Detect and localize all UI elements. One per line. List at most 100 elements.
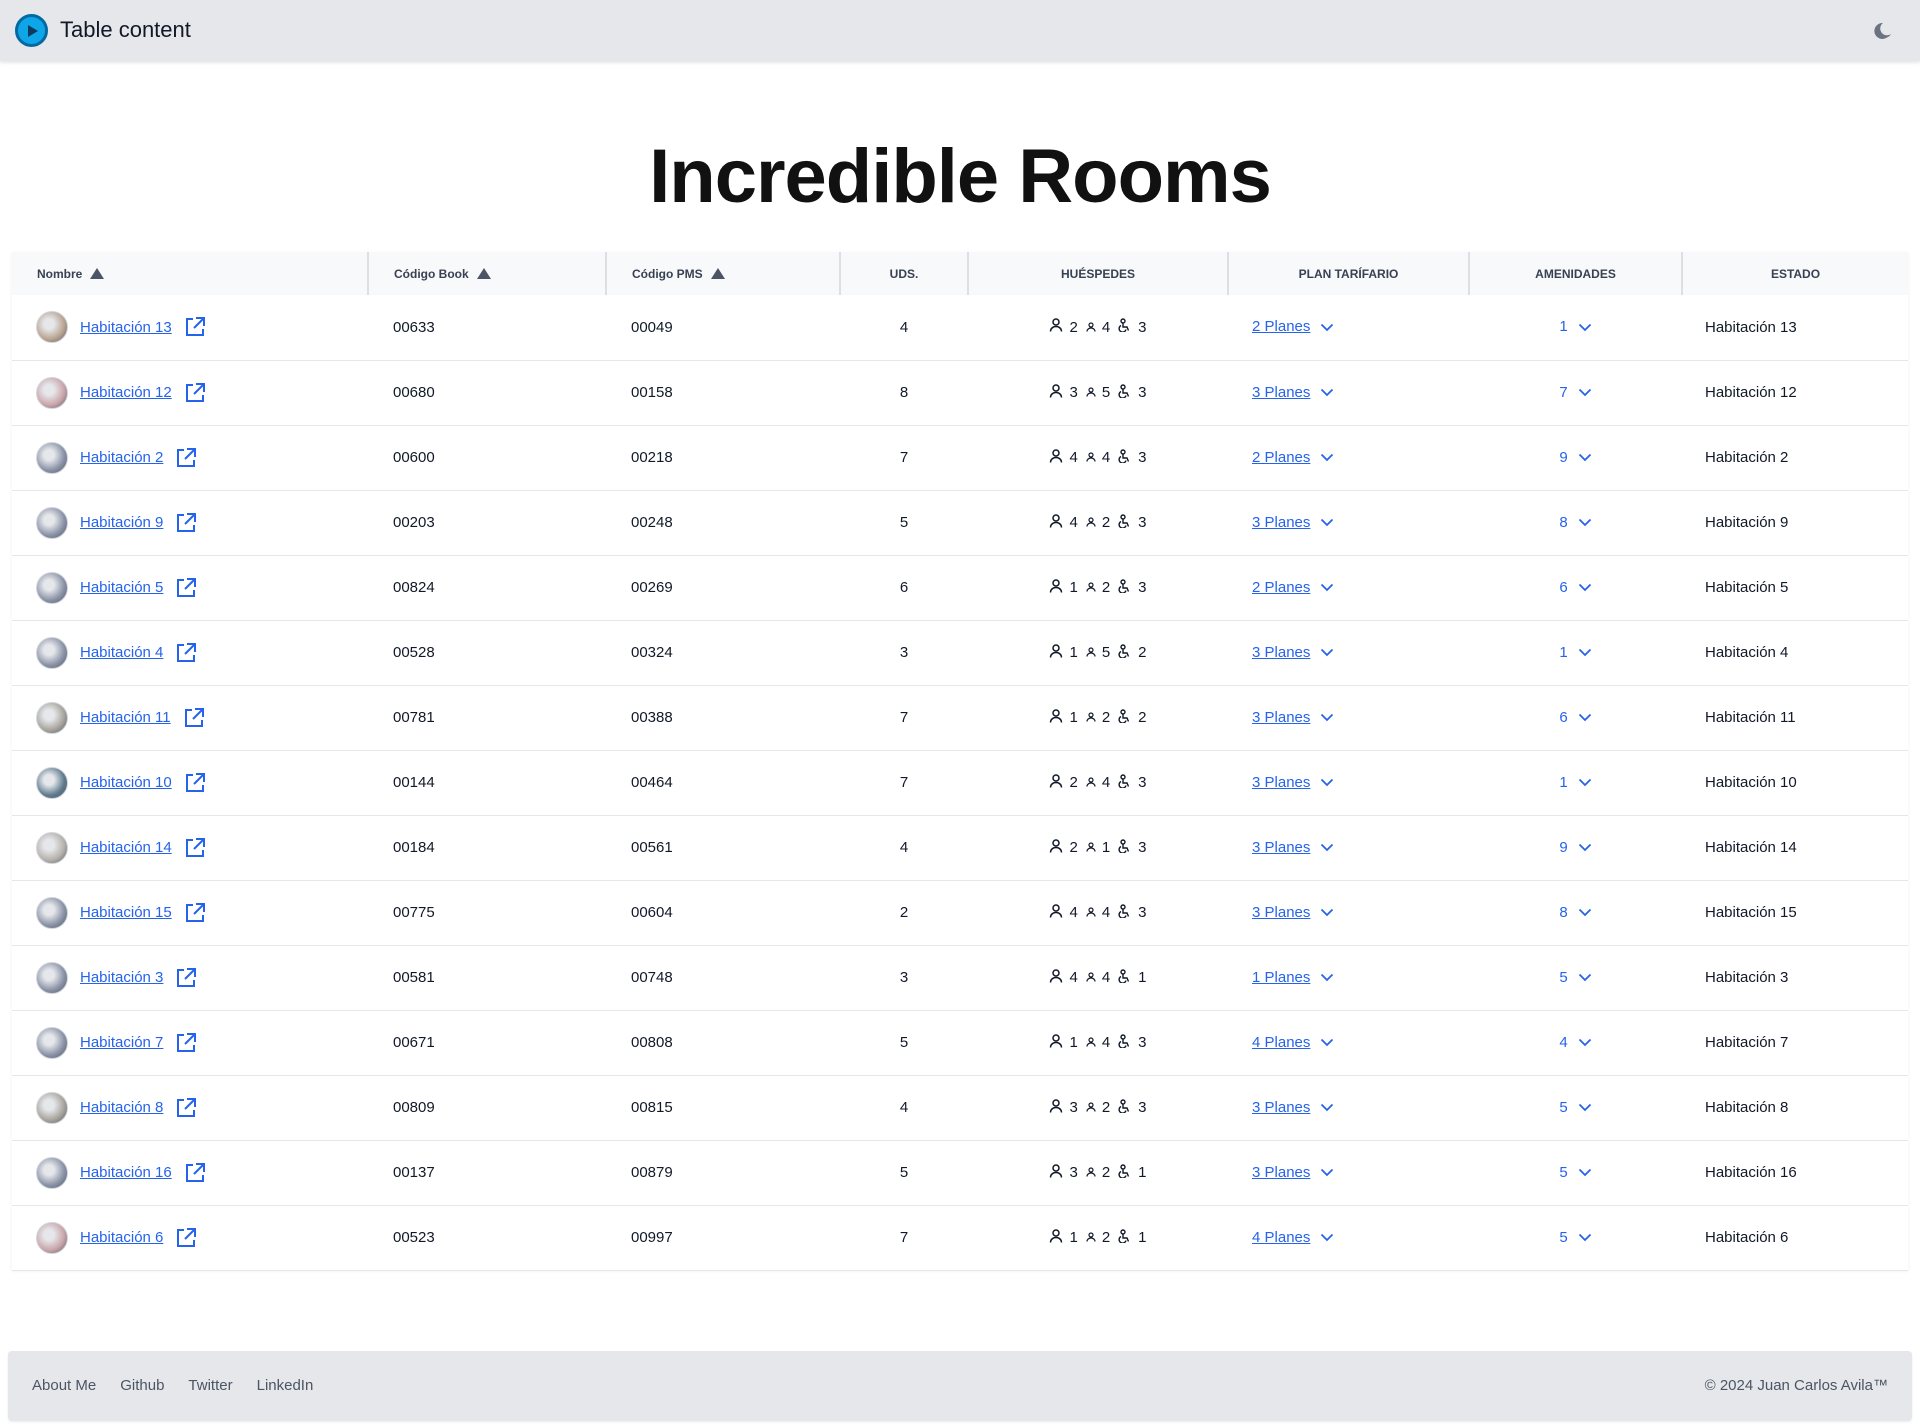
footer-link-about-me[interactable]: About Me: [32, 1377, 96, 1394]
chevron-down-icon[interactable]: [1320, 384, 1334, 401]
external-link-icon[interactable]: [175, 447, 197, 469]
chevron-down-icon[interactable]: [1320, 319, 1334, 336]
sort-ascending-icon[interactable]: [476, 267, 491, 279]
chevron-down-icon[interactable]: [1320, 709, 1334, 726]
sort-ascending-icon[interactable]: [710, 267, 725, 279]
amenities-count[interactable]: 5: [1559, 1099, 1567, 1116]
external-link-icon[interactable]: [175, 1032, 197, 1054]
chevron-down-icon[interactable]: [1578, 1229, 1592, 1246]
plans-link[interactable]: 3 Planes: [1252, 839, 1310, 856]
external-link-icon[interactable]: [184, 316, 206, 338]
amenities-count[interactable]: 8: [1559, 514, 1567, 531]
footer-link-github[interactable]: Github: [120, 1377, 164, 1394]
room-name-link[interactable]: Habitación 9: [80, 514, 163, 531]
chevron-down-icon[interactable]: [1578, 384, 1592, 401]
amenities-count[interactable]: 1: [1559, 774, 1567, 791]
plans-link[interactable]: 3 Planes: [1252, 1099, 1310, 1116]
amenities-count[interactable]: 6: [1559, 709, 1567, 726]
room-name-link[interactable]: Habitación 11: [80, 709, 171, 726]
footer-link-twitter[interactable]: Twitter: [188, 1377, 232, 1394]
column-header-codigo-pms[interactable]: Código PMS: [605, 252, 840, 295]
chevron-down-icon[interactable]: [1578, 644, 1592, 661]
amenities-count[interactable]: 7: [1559, 384, 1567, 401]
external-link-icon[interactable]: [183, 707, 205, 729]
amenities-count[interactable]: 6: [1559, 579, 1567, 596]
app-title[interactable]: Table content: [60, 17, 191, 43]
chevron-down-icon[interactable]: [1320, 774, 1334, 791]
plans-link[interactable]: 3 Planes: [1252, 384, 1310, 401]
chevron-down-icon[interactable]: [1578, 904, 1592, 921]
plans-link[interactable]: 4 Planes: [1252, 1034, 1310, 1051]
plans-link[interactable]: 1 Planes: [1252, 969, 1310, 986]
chevron-down-icon[interactable]: [1320, 644, 1334, 661]
plans-link[interactable]: 3 Planes: [1252, 904, 1310, 921]
room-name-link[interactable]: Habitación 12: [80, 384, 172, 401]
amenities-count[interactable]: 1: [1559, 318, 1567, 335]
chevron-down-icon[interactable]: [1320, 449, 1334, 466]
room-name-link[interactable]: Habitación 8: [80, 1099, 163, 1116]
chevron-down-icon[interactable]: [1578, 1034, 1592, 1051]
room-name-link[interactable]: Habitación 13: [80, 319, 172, 336]
amenities-count[interactable]: 5: [1559, 969, 1567, 986]
chevron-down-icon[interactable]: [1320, 1164, 1334, 1181]
external-link-icon[interactable]: [175, 1227, 197, 1249]
external-link-icon[interactable]: [184, 382, 206, 404]
play-circle-icon[interactable]: [15, 14, 48, 47]
chevron-down-icon[interactable]: [1578, 319, 1592, 336]
amenities-count[interactable]: 4: [1559, 1034, 1567, 1051]
chevron-down-icon[interactable]: [1320, 969, 1334, 986]
chevron-down-icon[interactable]: [1578, 774, 1592, 791]
room-name-link[interactable]: Habitación 16: [80, 1164, 172, 1181]
amenities-count[interactable]: 1: [1559, 644, 1567, 661]
chevron-down-icon[interactable]: [1578, 969, 1592, 986]
column-header-codigo-book[interactable]: Código Book: [367, 252, 606, 295]
chevron-down-icon[interactable]: [1578, 1164, 1592, 1181]
chevron-down-icon[interactable]: [1578, 514, 1592, 531]
chevron-down-icon[interactable]: [1578, 1099, 1592, 1116]
plans-link[interactable]: 2 Planes: [1252, 449, 1310, 466]
chevron-down-icon[interactable]: [1320, 904, 1334, 921]
room-name-link[interactable]: Habitación 15: [80, 904, 172, 921]
moon-icon[interactable]: [1872, 20, 1894, 42]
plans-link[interactable]: 3 Planes: [1252, 644, 1310, 661]
external-link-icon[interactable]: [175, 577, 197, 599]
room-name-link[interactable]: Habitación 14: [80, 839, 172, 856]
external-link-icon[interactable]: [175, 512, 197, 534]
column-header-nombre[interactable]: Nombre: [12, 252, 368, 295]
plans-link[interactable]: 3 Planes: [1252, 1164, 1310, 1181]
external-link-icon[interactable]: [175, 967, 197, 989]
footer-link-linkedin[interactable]: LinkedIn: [257, 1377, 314, 1394]
plans-link[interactable]: 3 Planes: [1252, 709, 1310, 726]
plans-link[interactable]: 2 Planes: [1252, 579, 1310, 596]
chevron-down-icon[interactable]: [1578, 579, 1592, 596]
chevron-down-icon[interactable]: [1320, 1099, 1334, 1116]
amenities-count[interactable]: 9: [1559, 449, 1567, 466]
chevron-down-icon[interactable]: [1320, 1229, 1334, 1246]
amenities-count[interactable]: 8: [1559, 904, 1567, 921]
room-name-link[interactable]: Habitación 5: [80, 579, 163, 596]
chevron-down-icon[interactable]: [1320, 579, 1334, 596]
external-link-icon[interactable]: [175, 642, 197, 664]
external-link-icon[interactable]: [184, 902, 206, 924]
amenities-count[interactable]: 5: [1559, 1229, 1567, 1246]
plans-link[interactable]: 4 Planes: [1252, 1229, 1310, 1246]
amenities-count[interactable]: 9: [1559, 839, 1567, 856]
room-name-link[interactable]: Habitación 10: [80, 774, 172, 791]
chevron-down-icon[interactable]: [1578, 709, 1592, 726]
chevron-down-icon[interactable]: [1320, 514, 1334, 531]
external-link-icon[interactable]: [184, 837, 206, 859]
chevron-down-icon[interactable]: [1578, 449, 1592, 466]
plans-link[interactable]: 3 Planes: [1252, 514, 1310, 531]
chevron-down-icon[interactable]: [1320, 839, 1334, 856]
room-name-link[interactable]: Habitación 3: [80, 969, 163, 986]
amenities-count[interactable]: 5: [1559, 1164, 1567, 1181]
room-name-link[interactable]: Habitación 7: [80, 1034, 163, 1051]
external-link-icon[interactable]: [184, 1162, 206, 1184]
plans-link[interactable]: 3 Planes: [1252, 774, 1310, 791]
sort-ascending-icon[interactable]: [90, 267, 105, 279]
external-link-icon[interactable]: [184, 772, 206, 794]
room-name-link[interactable]: Habitación 4: [80, 644, 163, 661]
external-link-icon[interactable]: [175, 1097, 197, 1119]
chevron-down-icon[interactable]: [1578, 839, 1592, 856]
room-name-link[interactable]: Habitación 2: [80, 449, 163, 466]
